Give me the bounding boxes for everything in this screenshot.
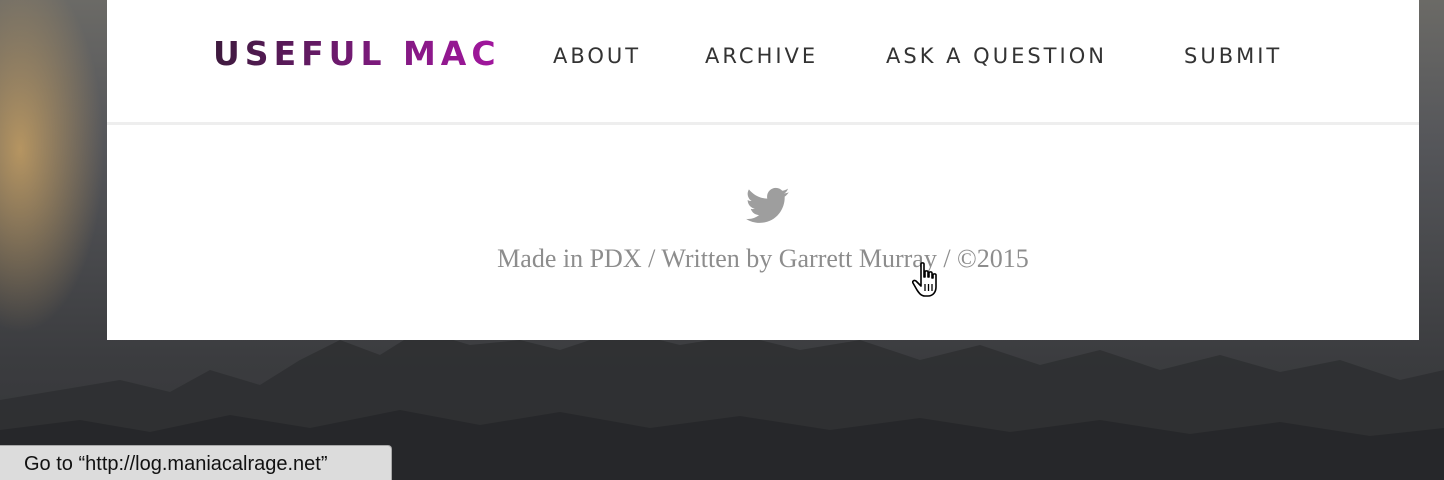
site-logo[interactable]: USEFUL MAC <box>213 34 501 74</box>
hand-pointer-cursor-icon <box>911 262 944 300</box>
site-card: USEFUL MAC ABOUT ARCHIVE ASK A QUESTION … <box>107 0 1419 340</box>
site-header: USEFUL MAC ABOUT ARCHIVE ASK A QUESTION … <box>107 0 1419 125</box>
footer-credit[interactable]: Made in PDX / Written by Garrett Murray … <box>107 242 1419 276</box>
nav-about[interactable]: ABOUT <box>553 42 641 70</box>
twitter-icon[interactable] <box>746 187 790 225</box>
nav-archive[interactable]: ARCHIVE <box>705 42 818 70</box>
status-link-text: Go to “http://log.maniacalrage.net” <box>24 453 328 475</box>
site-footer: Made in PDX / Written by Garrett Murray … <box>107 125 1419 340</box>
browser-status-bar: Go to “http://log.maniacalrage.net” <box>0 445 392 480</box>
nav-submit[interactable]: SUBMIT <box>1184 42 1282 70</box>
nav-ask-a-question[interactable]: ASK A QUESTION <box>886 42 1107 70</box>
